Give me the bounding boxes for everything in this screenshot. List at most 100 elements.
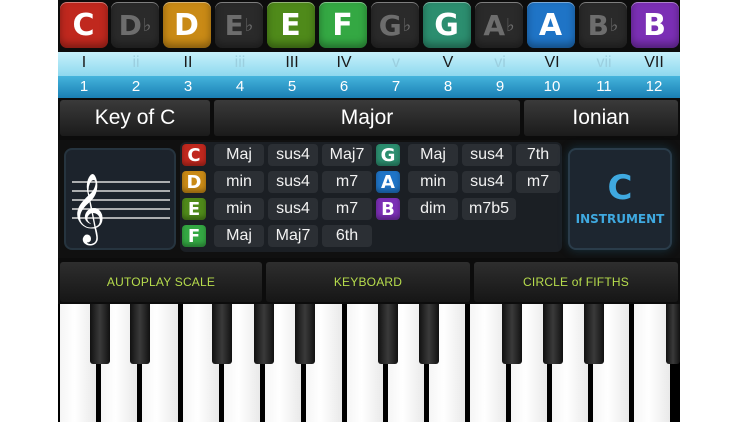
instrument-note: C — [607, 168, 633, 208]
note-letter: D — [174, 7, 199, 43]
chord-f-maj[interactable]: Maj — [214, 225, 264, 247]
note-tile-e[interactable]: E — [267, 2, 315, 48]
chord-f-6th[interactable]: 6th — [322, 225, 372, 247]
numeral-7: v — [392, 54, 400, 71]
note-letter: B — [643, 7, 666, 43]
instrument-button[interactable]: C INSTRUMENT — [568, 148, 672, 250]
note-tile-g[interactable]: G — [423, 2, 471, 48]
chord-e-min[interactable]: min — [214, 198, 264, 220]
scale-degree-bar: I ii II iii III IV v V vi VI vii VII 1 2… — [58, 52, 680, 98]
semitone-number: 9 — [495, 78, 505, 95]
note-tile-d[interactable]: D — [163, 2, 211, 48]
note-tile-a-flat[interactable]: A ♭ — [475, 2, 523, 48]
key-name-button[interactable]: Key of C — [60, 100, 210, 136]
chord-root-b: B — [376, 198, 400, 220]
black-key[interactable] — [295, 304, 315, 364]
semitone-number: 1 — [79, 78, 89, 95]
autoplay-scale-button[interactable]: AUTOPLAY SCALE — [60, 262, 262, 302]
semitone-number-row: 1 2 3 4 5 6 7 8 9 10 11 12 — [58, 76, 680, 98]
note-tile-g-flat[interactable]: G ♭ — [371, 2, 419, 48]
chord-b-dim[interactable]: dim — [408, 198, 458, 220]
numeral-6: IV — [336, 54, 352, 71]
black-key[interactable] — [666, 304, 680, 364]
chord-e-m7[interactable]: m7 — [322, 198, 372, 220]
note-letter: A — [483, 8, 506, 42]
note-tile-b-flat[interactable]: B ♭ — [579, 2, 627, 48]
chord-f-maj7[interactable]: Maj7 — [268, 225, 318, 247]
key-bar: Key of C Major Ionian — [58, 100, 680, 136]
scale-type-button[interactable]: Major — [214, 100, 520, 136]
black-key[interactable] — [419, 304, 439, 364]
chord-c-sus4[interactable]: sus4 — [268, 144, 318, 166]
note-tile-f[interactable]: F — [319, 2, 367, 48]
black-key[interactable] — [254, 304, 274, 364]
black-key[interactable] — [584, 304, 604, 364]
chord-root-c: C — [182, 144, 206, 166]
roman-numeral-row: I ii II iii III IV v V vi VI vii VII — [58, 52, 680, 76]
numeral-4: iii — [234, 54, 246, 71]
note-letter: E — [280, 7, 301, 43]
semitone-number: 8 — [443, 78, 453, 95]
chord-root-e: E — [182, 198, 206, 220]
chord-a-min[interactable]: min — [408, 171, 458, 193]
instrument-label: INSTRUMENT — [575, 212, 665, 226]
semitone-number: 6 — [339, 78, 349, 95]
numeral-2: ii — [132, 54, 140, 71]
mode-button[interactable]: Ionian — [524, 100, 678, 136]
note-tile-a[interactable]: A — [527, 2, 575, 48]
music-theory-app: C D ♭ D E ♭ E F G ♭ G A ♭ A B ♭ B I ii II iii… — [58, 0, 680, 422]
chord-d-min[interactable]: min — [214, 171, 264, 193]
chord-g-7th[interactable]: 7th — [516, 144, 560, 166]
semitone-number: 11 — [596, 78, 612, 95]
staff-display: 𝄞 — [64, 148, 176, 250]
numeral-8: V — [442, 54, 454, 71]
numeral-5: III — [285, 54, 299, 71]
numeral-11: vii — [596, 54, 612, 71]
note-letter: G — [378, 8, 402, 42]
semitone-number: 7 — [391, 78, 401, 95]
numeral-3: II — [183, 54, 193, 71]
semitone-number: 2 — [131, 78, 141, 95]
chord-g-maj[interactable]: Maj — [408, 144, 458, 166]
circle-of-fifths-button[interactable]: CIRCLE of FIFTHS — [474, 262, 678, 302]
treble-clef-icon: 𝄞 — [70, 173, 170, 245]
semitone-number: 3 — [183, 78, 193, 95]
chord-a-sus4[interactable]: sus4 — [462, 171, 512, 193]
note-tile-e-flat[interactable]: E ♭ — [215, 2, 263, 48]
chord-d-m7[interactable]: m7 — [322, 171, 372, 193]
note-letter: B — [587, 8, 609, 42]
black-key[interactable] — [130, 304, 150, 364]
svg-text:𝄞: 𝄞 — [70, 173, 105, 245]
note-letter: C — [72, 7, 95, 43]
chord-c-maj7[interactable]: Maj7 — [322, 144, 372, 166]
chord-root-g: G — [376, 144, 400, 166]
semitone-number: 10 — [543, 78, 561, 95]
note-letter: E — [224, 8, 244, 42]
note-letter: G — [434, 7, 459, 43]
keyboard-button[interactable]: KEYBOARD — [266, 262, 470, 302]
black-key[interactable] — [378, 304, 398, 364]
note-tile-d-flat[interactable]: D ♭ — [111, 2, 159, 48]
note-letter: D — [118, 8, 142, 42]
black-key[interactable] — [543, 304, 563, 364]
semitone-number: 5 — [287, 78, 297, 95]
numeral-12: VII — [644, 54, 664, 71]
note-letter: A — [538, 7, 563, 43]
black-key[interactable] — [212, 304, 232, 364]
semitone-number: 4 — [235, 78, 245, 95]
black-key[interactable] — [502, 304, 522, 364]
black-key[interactable] — [90, 304, 110, 364]
chord-c-maj[interactable]: Maj — [214, 144, 264, 166]
numeral-1: I — [81, 54, 87, 71]
numeral-10: VI — [544, 54, 560, 71]
chord-grid: C Maj sus4 Maj7 D min sus4 m7 E min sus4… — [180, 142, 562, 252]
note-tile-c[interactable]: C — [60, 2, 108, 48]
piano-keyboard — [58, 304, 680, 422]
chord-e-sus4[interactable]: sus4 — [268, 198, 318, 220]
chord-g-sus4[interactable]: sus4 — [462, 144, 512, 166]
chord-d-sus4[interactable]: sus4 — [268, 171, 318, 193]
chord-b-m7b5[interactable]: m7b5 — [462, 198, 516, 220]
mode-buttons: AUTOPLAY SCALE KEYBOARD CIRCLE of FIFTHS — [58, 262, 680, 302]
chord-a-m7[interactable]: m7 — [516, 171, 560, 193]
note-tile-b[interactable]: B — [631, 2, 679, 48]
